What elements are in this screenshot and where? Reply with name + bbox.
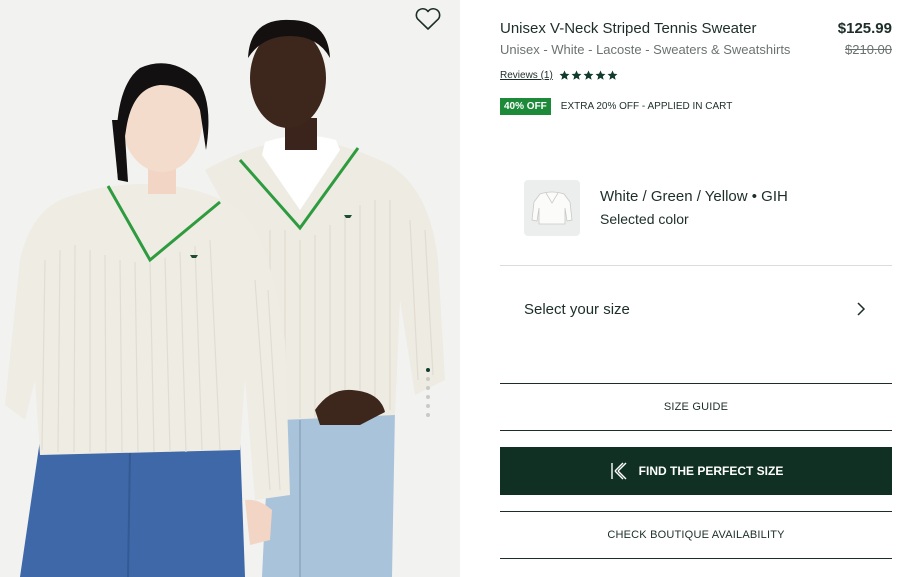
divider — [500, 511, 892, 512]
size-selector-label: Select your size — [524, 300, 630, 318]
color-swatch[interactable] — [524, 180, 580, 236]
check-boutique-button[interactable]: CHECK BOUTIQUE AVAILABILITY — [500, 513, 892, 557]
original-price: $210.00 — [845, 42, 892, 57]
kiwisizing-logo-icon — [610, 462, 627, 480]
selected-color-name: White / Green / Yellow • GIH — [600, 188, 788, 205]
star-filled-icon — [559, 70, 570, 80]
promo-row: 40% OFF EXTRA 20% OFF - APPLIED IN CART — [500, 98, 732, 115]
star-filled-icon — [595, 70, 606, 80]
promo-text: EXTRA 20% OFF - APPLIED IN CART — [560, 101, 733, 112]
color-selector: White / Green / Yellow • GIH Selected co… — [524, 180, 788, 236]
gallery-dot[interactable] — [426, 395, 430, 399]
gallery-dot[interactable] — [426, 413, 430, 417]
gallery-dot-active[interactable] — [426, 368, 430, 372]
chevron-right-icon — [857, 302, 866, 316]
star-filled-icon — [583, 70, 594, 80]
gallery-pagination — [424, 368, 432, 422]
heart-outline-icon[interactable] — [413, 6, 443, 32]
size-guide-button[interactable]: SIZE GUIDE — [500, 385, 892, 429]
sale-price: $125.99 — [837, 20, 892, 37]
divider — [500, 430, 892, 431]
divider — [500, 383, 892, 384]
find-perfect-size-button[interactable]: FIND THE PERFECT SIZE — [500, 447, 892, 495]
divider — [500, 265, 892, 266]
rating-stars — [559, 70, 618, 81]
divider — [500, 558, 892, 559]
reviews-link[interactable]: Reviews (1) — [500, 70, 553, 81]
gallery-dot[interactable] — [426, 404, 430, 408]
product-image-gallery[interactable] — [0, 0, 460, 577]
gallery-dot[interactable] — [426, 377, 430, 381]
product-photo — [0, 0, 460, 577]
star-filled-icon — [571, 70, 582, 80]
product-title: Unisex V-Neck Striped Tennis Sweater — [500, 20, 757, 37]
find-perfect-size-label: FIND THE PERFECT SIZE — [638, 464, 784, 478]
reviews-row: Reviews (1) — [500, 70, 618, 81]
star-filled-icon — [607, 70, 618, 80]
size-selector[interactable]: Select your size — [500, 286, 892, 332]
product-subtitle: Unisex - White - Lacoste - Sweaters & Sw… — [500, 42, 791, 57]
sweater-thumbnail-icon — [531, 191, 573, 225]
discount-badge: 40% OFF — [500, 98, 551, 115]
selected-color-caption: Selected color — [600, 211, 689, 227]
gallery-dot[interactable] — [426, 386, 430, 390]
